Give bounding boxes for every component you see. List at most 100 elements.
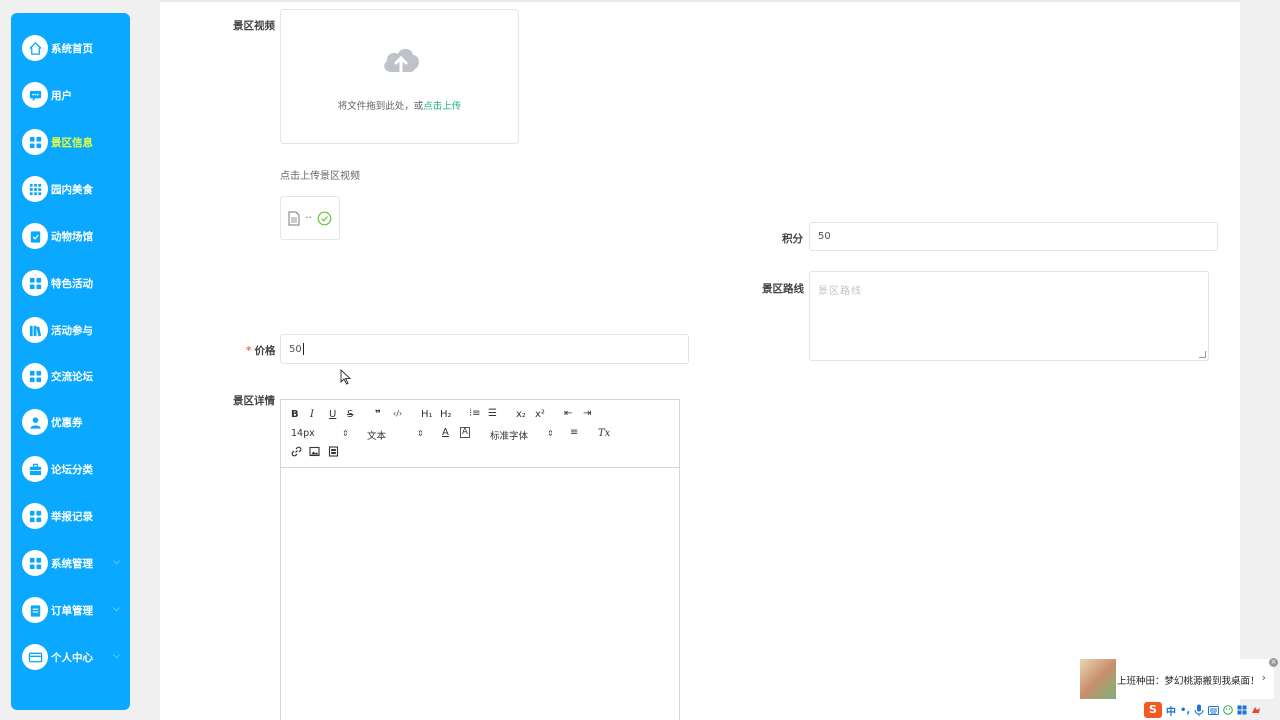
chevron-down-icon: ⌵: [113, 557, 120, 567]
required-mark: *: [246, 345, 252, 357]
price-label-text: 价格: [254, 345, 276, 357]
points-label: 积分: [782, 233, 803, 245]
chevron-updown-icon: ⇕: [547, 429, 554, 438]
uploaded-file-card[interactable]: ··: [280, 196, 340, 240]
chevron-down-icon: ⌵: [113, 604, 120, 614]
sidebar-item-personal-center[interactable]: 个人中心 ⌵: [22, 642, 130, 672]
sidebar-item-coupon[interactable]: 优惠券: [22, 407, 130, 437]
blockquote-button[interactable]: ❞: [375, 409, 381, 420]
home-icon: [22, 35, 48, 61]
points-input[interactable]: 50: [809, 222, 1218, 251]
background-color-button[interactable]: A: [460, 427, 470, 438]
header-select[interactable]: 文本: [367, 428, 386, 442]
briefcase-icon: [22, 456, 48, 482]
ordered-list-button[interactable]: ⁝≡: [469, 408, 481, 419]
ime-punctuation[interactable]: •,: [1180, 705, 1190, 716]
ime-logo[interactable]: S: [1144, 702, 1162, 718]
sidebar-item-food[interactable]: 园内美食: [22, 174, 130, 204]
route-label: 景区路线: [762, 283, 804, 295]
editor-toolbar: B I U S ❞ ‹/› H₁ H₂ ⁝≡ ☰ x₂ x² ⇤ ⇥ 14px …: [281, 400, 679, 468]
sidebar-item-label: 特色活动: [51, 277, 93, 290]
click-upload-link[interactable]: 点击上传: [423, 101, 461, 112]
check-circle-icon: [317, 211, 332, 225]
bullet-list-button[interactable]: ☰: [488, 408, 497, 419]
sidebar-item-label: 个人中心: [51, 651, 93, 664]
price-input[interactable]: 50: [280, 334, 689, 364]
price-value: 50: [289, 343, 302, 355]
text-color-button[interactable]: A: [442, 427, 449, 438]
sidebar-item-system-manage[interactable]: 系统管理 ⌵: [22, 548, 130, 578]
bold-button[interactable]: B: [291, 409, 299, 420]
outdent-button[interactable]: ⇤: [564, 408, 572, 419]
route-textarea[interactable]: 景区路线: [809, 271, 1209, 361]
divider: [160, 0, 1240, 2]
sidebar-item-forum[interactable]: 交流论坛: [22, 361, 130, 391]
sidebar-item-label: 论坛分类: [51, 463, 93, 476]
sidebar-item-label: 活动参与: [51, 324, 93, 337]
sidebar-item-order-manage[interactable]: 订单管理 ⌵: [22, 595, 130, 625]
code-block-button[interactable]: ‹/›: [393, 409, 402, 418]
image-icon[interactable]: [309, 446, 320, 457]
notification-popup[interactable]: 上班种田：梦幻桃源搬到我桌面！ ›: [1080, 659, 1274, 699]
upload-tip: 点击上传景区视频: [280, 171, 360, 182]
upload-hint: 将文件拖到此处，或点击上传: [281, 98, 518, 112]
grid-icon: [22, 550, 48, 576]
grid-icon: [22, 363, 48, 389]
header-1-button[interactable]: H₁: [421, 409, 433, 420]
font-family-select[interactable]: 标准字体: [490, 428, 528, 442]
video-icon[interactable]: [328, 446, 339, 457]
italic-button[interactable]: I: [310, 409, 314, 420]
sidebar-item-activity-join[interactable]: 活动参与: [22, 315, 130, 345]
video-upload-dropzone[interactable]: 将文件拖到此处，或点击上传: [280, 9, 519, 144]
keyboard-icon[interactable]: [1208, 705, 1220, 716]
sidebar-item-label: 景区信息: [51, 136, 93, 149]
font-size-select[interactable]: 14px: [291, 428, 315, 439]
underline-button[interactable]: U: [329, 409, 336, 420]
sidebar-item-label: 动物场馆: [51, 230, 93, 243]
clipboard-icon: [22, 597, 48, 623]
skin-icon[interactable]: [1251, 705, 1261, 715]
sidebar-item-users[interactable]: 用户: [22, 80, 130, 110]
clean-format-button[interactable]: Tx: [598, 428, 610, 439]
text-caret: [302, 343, 304, 355]
mouse-pointer-icon: [340, 369, 352, 385]
sidebar-item-label: 订单管理: [51, 604, 93, 617]
subscript-button[interactable]: x₂: [516, 409, 526, 420]
sidebar-item-label: 用户: [51, 89, 72, 102]
game-thumbnail: [1080, 659, 1116, 699]
clipboard-check-icon: [22, 223, 48, 249]
grid-icon: [22, 129, 48, 155]
grid-icon[interactable]: [1237, 705, 1247, 715]
sidebar-item-scenic-info[interactable]: 景区信息: [22, 127, 130, 157]
rich-text-editor: B I U S ❞ ‹/› H₁ H₂ ⁝≡ ☰ x₂ x² ⇤ ⇥ 14px …: [280, 399, 680, 720]
route-placeholder: 景区路线: [818, 286, 862, 297]
header-2-button[interactable]: H₂: [440, 409, 452, 420]
chevron-down-icon: ⌵: [113, 651, 120, 661]
strike-button[interactable]: S: [347, 409, 353, 420]
sidebar-item-label: 系统管理: [51, 557, 93, 570]
link-icon[interactable]: [291, 446, 302, 457]
sidebar-item-label: 系统首页: [51, 42, 93, 55]
books-icon: [22, 317, 48, 343]
system-tray: S 中 •,: [1140, 700, 1280, 720]
emoji-icon[interactable]: [1223, 705, 1234, 715]
align-button[interactable]: ≡: [570, 427, 578, 438]
sidebar-item-label: 优惠券: [51, 416, 83, 429]
indent-button[interactable]: ⇥: [583, 408, 591, 419]
microphone-icon[interactable]: [1194, 704, 1204, 716]
chevron-updown-icon: ⇕: [342, 429, 349, 438]
editor-content[interactable]: [281, 469, 679, 720]
sidebar-item-report-record[interactable]: 举报记录: [22, 501, 130, 531]
sidebar-item-special-activity[interactable]: 特色活动: [22, 268, 130, 298]
file-name: ··: [305, 212, 312, 224]
resize-handle[interactable]: [1199, 351, 1206, 358]
user-icon: [22, 409, 48, 435]
superscript-button[interactable]: x²: [535, 409, 545, 420]
close-icon[interactable]: ×: [1269, 658, 1278, 667]
sidebar-item-home[interactable]: 系统首页: [22, 33, 130, 63]
sidebar-item-animal-venue[interactable]: 动物场馆: [22, 221, 130, 251]
sidebar-item-forum-category[interactable]: 论坛分类: [22, 454, 130, 484]
ime-language[interactable]: 中: [1166, 703, 1176, 718]
chevron-right-icon: ›: [1261, 671, 1266, 684]
card-icon: [22, 644, 48, 670]
